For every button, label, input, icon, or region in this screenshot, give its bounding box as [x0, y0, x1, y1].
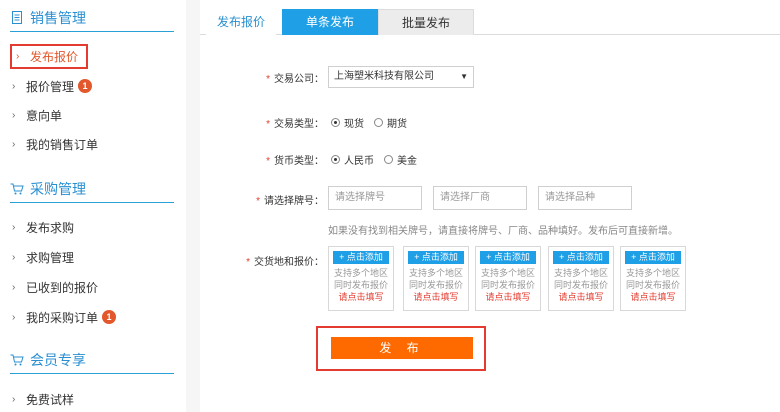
radio-unchecked-icon [384, 155, 393, 164]
sidebar-item-my-purchase-orders[interactable]: › 我的采购订单 1 [12, 306, 117, 328]
cart-icon [10, 353, 24, 367]
tab-batch-publish[interactable]: 批量发布 [378, 9, 474, 35]
sidebar-item-publish-quote[interactable]: › 发布报价 [10, 44, 89, 69]
chevron-right-icon: › [12, 251, 16, 263]
company-label: * 交易公司： [266, 74, 324, 85]
sidebar-item-label: 意向单 [26, 108, 63, 123]
delivery-card[interactable]: + 点击添加 支持多个地区 同时发布报价 请点击填写 [403, 246, 469, 311]
add-location-button[interactable]: + 点击添加 [553, 251, 609, 264]
card-line: 支持多个地区 [408, 268, 463, 278]
sidebar-item-free-sample[interactable]: › 免费试样 [12, 388, 74, 410]
manufacturer-input[interactable]: 请选择厂商 [433, 186, 527, 210]
required-mark: * [256, 196, 260, 207]
sidebar-item-label: 求购管理 [26, 250, 75, 265]
delivery-card[interactable]: + 点击添加 支持多个地区 同时发布报价 请点击填写 [328, 246, 394, 311]
card-fill-link[interactable]: 请点击填写 [329, 291, 393, 303]
publish-button[interactable]: 发 布 [331, 337, 473, 359]
section-sales: 销售管理 [10, 4, 174, 32]
chevron-right-icon: › [12, 109, 16, 121]
radio-rmb[interactable]: 人民币 [331, 152, 374, 167]
delivery-card[interactable]: + 点击添加 支持多个地区 同时发布报价 请点击填写 [548, 246, 614, 311]
card-line: 支持多个地区 [553, 268, 608, 278]
grade-input[interactable]: 请选择牌号 [328, 186, 422, 210]
sidebar-item-label: 免费试样 [26, 392, 75, 407]
card-line: 同时发布报价 [408, 280, 463, 290]
card-line: 同时发布报价 [553, 280, 608, 290]
sidebar-item-label: 我的采购订单 [26, 310, 99, 325]
document-icon [10, 11, 24, 25]
chevron-right-icon: › [12, 311, 16, 323]
currency-radio-group: 人民币 美金 [331, 152, 427, 167]
sidebar-item-label: 已收到的报价 [26, 280, 99, 295]
add-location-button[interactable]: + 点击添加 [333, 251, 389, 264]
sidebar-item-label: 报价管理 [26, 79, 75, 94]
add-location-button[interactable]: + 点击添加 [625, 251, 681, 264]
sidebar-item-label: 发布报价 [30, 50, 79, 64]
card-fill-link[interactable]: 请点击填写 [621, 291, 685, 303]
company-select-value: 上海塑米科技有限公司 [334, 71, 434, 82]
sidebar-item-my-sales-orders[interactable]: › 我的销售订单 [12, 133, 98, 155]
radio-futures[interactable]: 期货 [374, 115, 407, 130]
tab-bar: 发布报价 单条发布 批量发布 [200, 9, 780, 35]
sidebar-item-publish-purchase[interactable]: › 发布求购 [12, 216, 74, 238]
sidebar-item-label: 发布求购 [26, 220, 75, 235]
sidebar-item-received-quotes[interactable]: › 已收到的报价 [12, 276, 98, 298]
currency-label: * 货币类型： [266, 156, 324, 167]
main-content: 发布报价 单条发布 批量发布 * 交易公司： 上海塑米科技有限公司 ▼ * 交易类型… [200, 0, 780, 412]
section-membership: 会员专享 [10, 346, 174, 374]
company-select[interactable]: 上海塑米科技有限公司 ▼ [328, 66, 474, 88]
trade-type-label: * 交易类型： [266, 119, 324, 130]
required-mark: * [266, 119, 270, 130]
notification-badge: 1 [78, 79, 93, 93]
sidebar-item-intent-order[interactable]: › 意向单 [12, 104, 62, 126]
add-location-button[interactable]: + 点击添加 [480, 251, 536, 264]
radio-checked-icon [331, 155, 340, 164]
notification-badge: 1 [102, 310, 117, 324]
sidebar-item-label: 我的销售订单 [26, 137, 99, 152]
card-line: 同时发布报价 [625, 280, 680, 290]
chevron-right-icon: › [16, 51, 20, 62]
section-title: 采购管理 [30, 180, 86, 197]
radio-spot[interactable]: 现货 [331, 115, 364, 130]
required-mark: * [266, 74, 270, 85]
card-fill-link[interactable]: 请点击填写 [549, 291, 613, 303]
required-mark: * [266, 156, 270, 167]
chevron-right-icon: › [12, 281, 16, 293]
trade-type-radio-group: 现货 期货 [331, 115, 417, 130]
sidebar-item-purchase-management[interactable]: › 求购管理 [12, 246, 74, 268]
card-fill-link[interactable]: 请点击填写 [476, 291, 540, 303]
radio-checked-icon [331, 118, 340, 127]
section-purchase: 采购管理 [10, 175, 174, 203]
card-line: 支持多个地区 [333, 268, 388, 278]
card-line: 同时发布报价 [480, 280, 535, 290]
delivery-label: * 交货地和报价： [246, 257, 324, 268]
required-mark: * [246, 257, 250, 268]
sidebar: 销售管理 › 发布报价 › 报价管理 1 › 意向单 › 我的销售订单 采购管理… [0, 0, 186, 412]
card-line: 支持多个地区 [480, 268, 535, 278]
variety-input[interactable]: 请选择品种 [538, 186, 632, 210]
section-title: 会员专享 [30, 351, 86, 368]
chevron-right-icon: › [12, 80, 16, 92]
column-divider [186, 0, 200, 412]
sidebar-item-quote-management[interactable]: › 报价管理 1 [12, 75, 93, 97]
card-line: 同时发布报价 [333, 280, 388, 290]
radio-usd[interactable]: 美金 [384, 152, 417, 167]
tab-single-publish[interactable]: 单条发布 [282, 9, 378, 35]
cart-icon [10, 182, 24, 196]
delivery-card[interactable]: + 点击添加 支持多个地区 同时发布报价 请点击填写 [475, 246, 541, 311]
delivery-card[interactable]: + 点击添加 支持多个地区 同时发布报价 请点击填写 [620, 246, 686, 311]
dropdown-arrow-icon: ▼ [460, 72, 468, 81]
grade-label: * 请选择牌号： [256, 196, 324, 207]
chevron-right-icon: › [12, 393, 16, 405]
tab-publish-quote[interactable]: 发布报价 [206, 9, 276, 35]
add-location-button[interactable]: + 点击添加 [408, 251, 464, 264]
card-fill-link[interactable]: 请点击填写 [404, 291, 468, 303]
radio-unchecked-icon [374, 118, 383, 127]
card-line: 支持多个地区 [625, 268, 680, 278]
grade-hint: 如果没有找到相关牌号，请直接将牌号、厂商、品种填好。发布后可直接新增。 [328, 226, 678, 237]
chevron-right-icon: › [12, 138, 16, 150]
chevron-right-icon: › [12, 221, 16, 233]
section-title: 销售管理 [30, 9, 86, 26]
